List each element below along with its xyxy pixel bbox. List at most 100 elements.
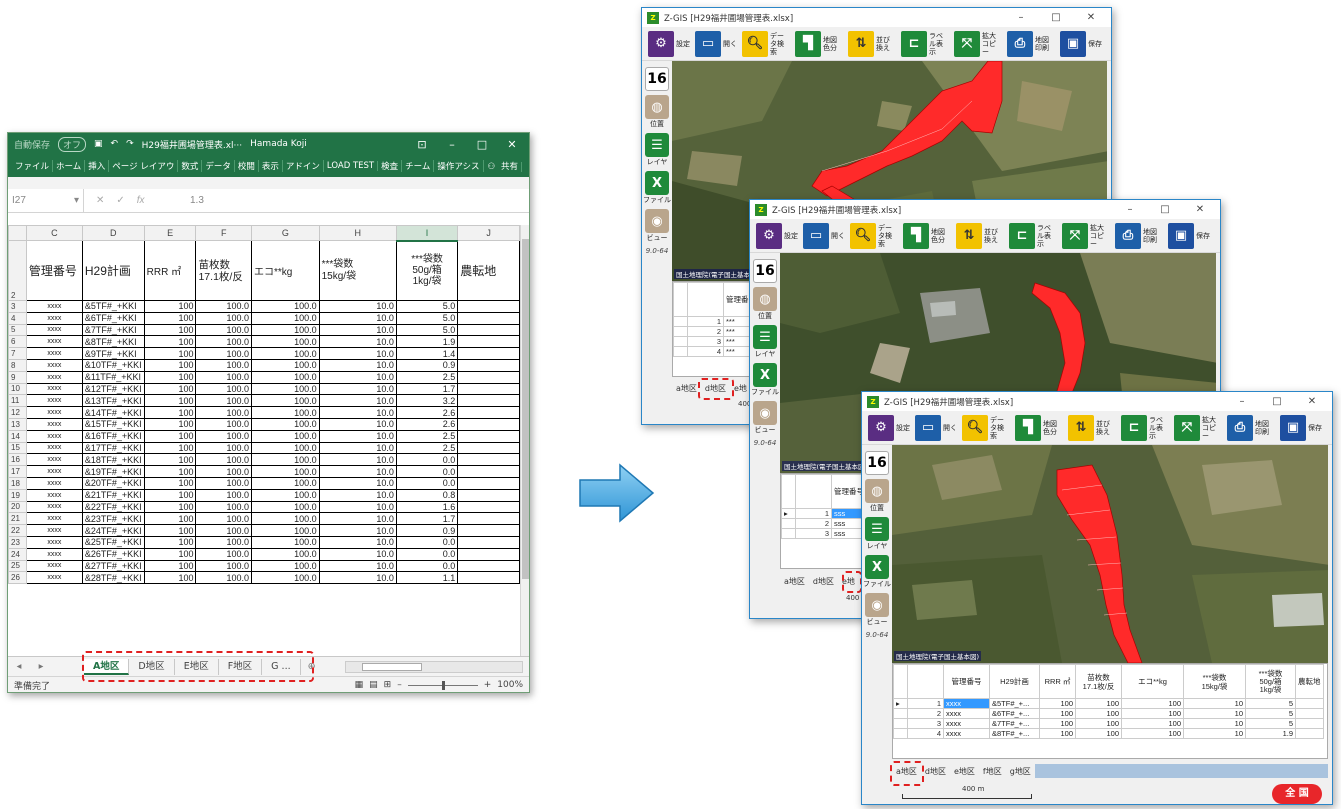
table-cell[interactable]: 2.6	[395, 406, 459, 419]
tell-me-search[interactable]: 操作アシス	[434, 160, 484, 172]
header-cell[interactable]: 農転地	[457, 240, 520, 301]
maximize-button[interactable]: □	[1041, 12, 1071, 23]
ribbon-tab[interactable]: 検査	[378, 160, 403, 172]
row-selector[interactable]	[893, 708, 908, 719]
table-cell[interactable]: 10.0	[318, 370, 397, 384]
gis-tab-a[interactable]: a地区	[780, 576, 809, 587]
sort-button[interactable]: ⇅ 並び換え	[848, 30, 896, 57]
open-button[interactable]: ▭ 開く	[915, 414, 957, 441]
table-cell[interactable]: 100.0	[195, 441, 253, 455]
table-cell[interactable]	[457, 559, 520, 573]
table-cell[interactable]: 100.0	[251, 535, 320, 549]
table-cell[interactable]: &13TF#_+KKI	[81, 394, 145, 408]
map-print-button[interactable]: ⎙ 地図印刷	[1007, 30, 1055, 57]
table-cell[interactable]: 100.0	[195, 524, 253, 537]
ribbon-tab[interactable]: ページ レイアウ	[109, 160, 179, 172]
ribbon-tab[interactable]: ホーム	[53, 160, 86, 172]
layer-button[interactable]: ☰ レイヤ	[645, 133, 669, 167]
grid-row-number[interactable]: 1	[795, 508, 832, 519]
table-cell[interactable]	[457, 311, 520, 325]
table-cell[interactable]: 10.0	[318, 571, 397, 585]
table-cell[interactable]: 100.0	[195, 347, 253, 360]
row-header[interactable]: 8	[8, 358, 27, 372]
save-icon[interactable]: ▣	[94, 139, 103, 149]
grid-row-number[interactable]: 4	[907, 728, 944, 739]
table-cell[interactable]: &11TF#_+KKI	[81, 370, 145, 384]
table-cell[interactable]: 100.0	[195, 406, 253, 419]
column-header[interactable]: H	[318, 225, 397, 241]
table-cell[interactable]: xxxx	[25, 382, 83, 396]
grid-cell[interactable]: 10	[1183, 698, 1246, 709]
column-header[interactable]: F	[195, 225, 253, 241]
table-cell[interactable]: 100.0	[195, 394, 253, 408]
row-header[interactable]: 16	[8, 453, 27, 467]
row-header[interactable]: 13	[8, 417, 27, 431]
table-cell[interactable]: 0.9	[395, 358, 459, 372]
table-cell[interactable]: 100.0	[195, 535, 253, 549]
row-header[interactable]: 19	[8, 488, 27, 502]
ribbon-tab[interactable]: 校閲	[235, 160, 259, 172]
table-cell[interactable]: 5.0	[395, 300, 459, 313]
table-cell[interactable]: &12TF#_+KKI	[81, 382, 145, 396]
table-cell[interactable]: 0.0	[395, 476, 459, 490]
table-cell[interactable]: &28TF#_+KKI	[81, 571, 145, 585]
zoom-level-button[interactable]: 16	[865, 451, 889, 475]
table-cell[interactable]: 100	[143, 406, 197, 419]
settings-button[interactable]: ⚙ 設定	[868, 414, 910, 441]
view-button[interactable]: ◉ ビュー	[865, 593, 889, 627]
save-button[interactable]: ▣ 保存	[1280, 414, 1322, 441]
table-cell[interactable]: &22TF#_+KKI	[81, 500, 145, 514]
table-cell[interactable]: 100	[143, 571, 197, 585]
row-header[interactable]: 11	[8, 394, 27, 408]
table-cell[interactable]: 100.0	[195, 476, 253, 490]
ribbon-display-icon[interactable]: ⊡	[411, 138, 433, 151]
table-cell[interactable]: &8TF#_+KKI	[81, 335, 145, 349]
data-search-button[interactable]: 🔍︎ データ検索	[850, 222, 898, 249]
aerial-map[interactable]: 国土地理院(電子国土基本図)	[892, 445, 1328, 663]
table-cell[interactable]: 5.0	[395, 323, 459, 337]
table-cell[interactable]	[457, 417, 520, 431]
ribbon-tab[interactable]: 数式	[178, 160, 203, 172]
table-cell[interactable]: 1.4	[395, 347, 459, 360]
table-cell[interactable]: 2.5	[395, 429, 459, 443]
table-cell[interactable]: 1.9	[395, 335, 459, 349]
spreadsheet-grid[interactable]: C D E F G H I J 2 管理番号 H29計画 RRR ㎡ 苗枚数 1…	[8, 225, 520, 656]
table-cell[interactable]: xxxx	[25, 406, 83, 419]
table-cell[interactable]: 1.7	[395, 382, 459, 396]
next-sheet-icon[interactable]: ▸	[30, 661, 52, 672]
label-display-button[interactable]: ⊏ ラベル表示	[1009, 222, 1057, 249]
grid-cell[interactable]: 5	[1245, 708, 1296, 719]
table-cell[interactable]: 100.0	[195, 323, 253, 337]
table-cell[interactable]: 100.0	[251, 382, 320, 396]
view-button[interactable]: ◉ ビュー	[753, 401, 777, 435]
table-cell[interactable]: 100.0	[251, 453, 320, 467]
ribbon-tab[interactable]: チーム	[402, 160, 435, 172]
table-cell[interactable]: xxxx	[25, 394, 83, 408]
row-header[interactable]: 14	[8, 429, 27, 443]
table-cell[interactable]	[457, 406, 520, 419]
row-header[interactable]: 2	[8, 240, 27, 301]
grid-cell[interactable]: 5	[1245, 698, 1296, 709]
grid-cell[interactable]: 100	[1121, 708, 1184, 719]
close-button[interactable]: ✕	[1185, 204, 1215, 215]
table-cell[interactable]: 100	[143, 323, 197, 337]
close-button[interactable]: ✕	[1297, 396, 1327, 407]
table-cell[interactable]: 100.0	[195, 358, 253, 372]
table-cell[interactable]: 100.0	[195, 335, 253, 349]
nationwide-button[interactable]: 全 国	[1272, 784, 1322, 804]
save-button[interactable]: ▣ 保存	[1060, 30, 1102, 57]
table-cell[interactable]	[457, 382, 520, 396]
select-all-corner[interactable]	[8, 225, 27, 241]
table-cell[interactable]	[457, 500, 520, 514]
table-cell[interactable]: &26TF#_+KKI	[81, 547, 145, 561]
ribbon-tab[interactable]: 挿入	[85, 160, 110, 172]
zoom-copy-button[interactable]: ⤧ 拡大コピー	[1062, 222, 1110, 249]
row-header[interactable]: 26	[8, 571, 27, 585]
table-cell[interactable]	[457, 547, 520, 561]
gis-tab-d[interactable]: d地区	[809, 576, 838, 587]
view-button[interactable]: ◉ ビュー	[645, 209, 669, 243]
table-cell[interactable]: 10.0	[318, 358, 397, 372]
row-selector[interactable]	[893, 728, 908, 739]
table-cell[interactable]: xxxx	[25, 300, 83, 313]
row-header[interactable]: 15	[8, 441, 27, 455]
